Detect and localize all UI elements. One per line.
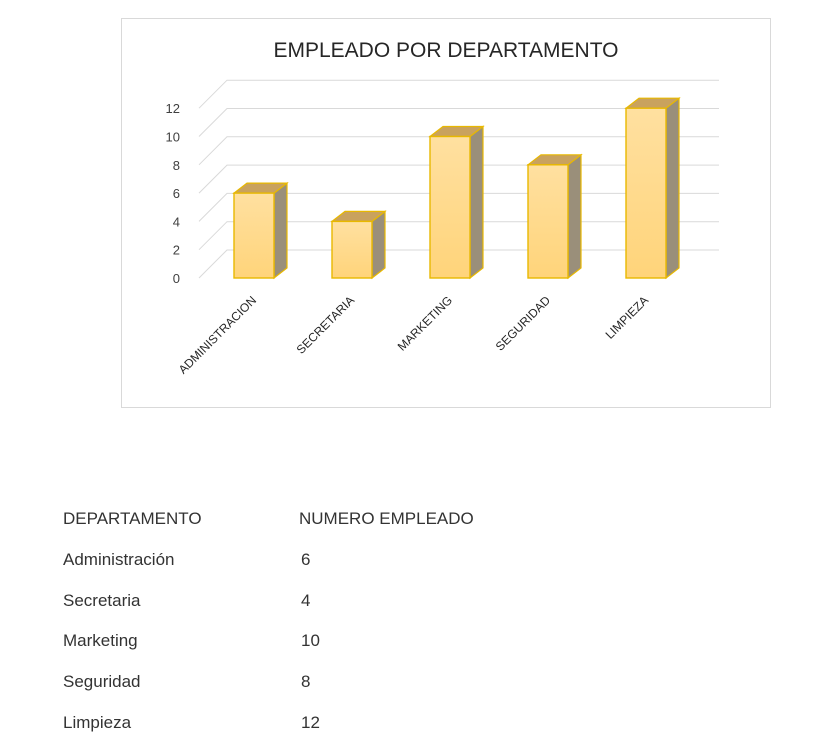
bar-side xyxy=(371,210,386,280)
x-tick-label: SECRETARIA xyxy=(294,293,357,356)
chart-frame: EMPLEADO POR DEPARTAMENTO 0 2 4 6 8 10 12 ADMI… xyxy=(121,18,771,408)
y-tick-label: 10 xyxy=(166,130,180,145)
y-tick-label: 0 xyxy=(173,271,180,286)
x-tick-label: ADMINISTRACION xyxy=(176,293,259,376)
y-tick-label: 2 xyxy=(173,243,180,258)
table-row: Secretaria 4 xyxy=(63,582,563,623)
table-cell-count: 10 xyxy=(301,631,320,651)
x-tick-label: LIMPIEZA xyxy=(603,293,652,342)
y-tick-label: 6 xyxy=(173,186,180,201)
bars xyxy=(232,96,681,280)
table-cell-count: 12 xyxy=(301,712,320,732)
bar xyxy=(232,181,289,280)
table-row: Seguridad 8 xyxy=(63,663,563,704)
bar-side xyxy=(469,125,484,280)
table-cell-department: Marketing xyxy=(63,631,138,651)
table-cell-department: Seguridad xyxy=(63,672,141,692)
table-header-row: DEPARTAMENTO NUMERO EMPLEADO xyxy=(63,500,563,541)
chart-title: EMPLEADO POR DEPARTAMENTO xyxy=(273,39,618,62)
bar xyxy=(624,96,681,280)
table-cell-department: Administración xyxy=(63,549,175,569)
bar-front xyxy=(233,192,275,279)
y-axis-ticks: 0 2 4 6 8 10 12 xyxy=(166,101,180,286)
bar-front xyxy=(527,164,569,279)
bar-side xyxy=(567,153,582,280)
x-tick-label: SEGURIDAD xyxy=(493,293,554,354)
department-table: DEPARTAMENTO NUMERO EMPLEADO Administrac… xyxy=(63,500,563,745)
table-cell-count: 4 xyxy=(301,590,311,610)
header-numero-empleado: NUMERO EMPLEADO xyxy=(299,509,474,528)
header-departamento: DEPARTAMENTO xyxy=(63,509,202,528)
table-cell-count: 6 xyxy=(301,549,311,569)
table-cell-count: 8 xyxy=(301,672,311,692)
y-tick-label: 12 xyxy=(166,101,180,116)
bar xyxy=(428,125,485,280)
bar-front xyxy=(331,220,373,279)
bar-side xyxy=(665,96,680,280)
bar xyxy=(330,210,387,280)
bar-chart: EMPLEADO POR DEPARTAMENTO 0 2 4 6 8 10 12 ADMI… xyxy=(166,39,719,377)
table-row: Marketing 10 xyxy=(63,622,563,663)
y-tick-label: 8 xyxy=(173,158,180,173)
table-cell-department: Limpieza xyxy=(63,712,132,732)
table-row: Limpieza 12 xyxy=(63,704,563,745)
x-axis-labels: ADMINISTRACION SECRETARIA MARKETING SEGURID… xyxy=(176,293,651,377)
bar xyxy=(526,153,583,280)
x-tick-label: MARKETING xyxy=(395,293,455,353)
bar-front xyxy=(625,107,667,279)
table-row: Administración 6 xyxy=(63,541,563,582)
bar-side xyxy=(273,181,288,280)
table-cell-department: Secretaria xyxy=(63,590,141,610)
y-tick-label: 4 xyxy=(173,214,180,229)
bar-front xyxy=(429,135,471,279)
